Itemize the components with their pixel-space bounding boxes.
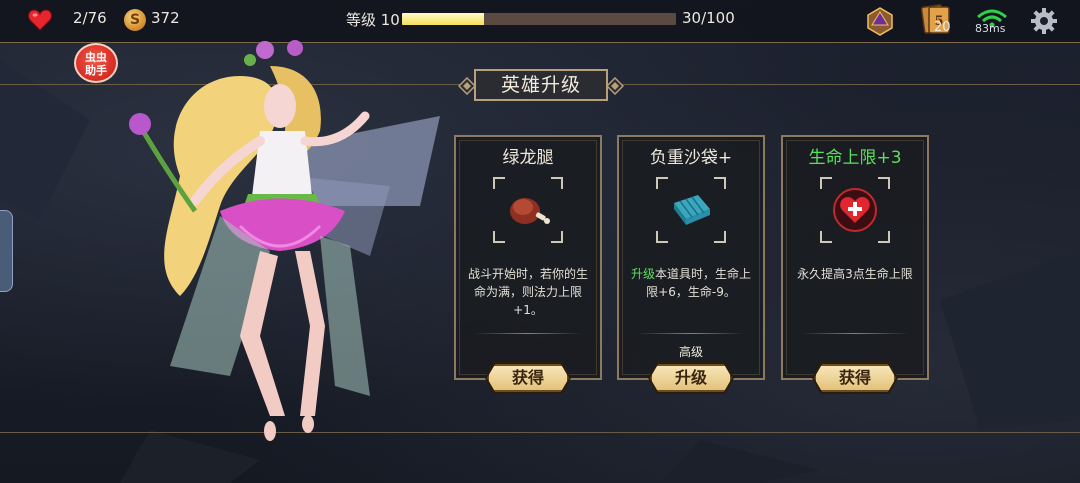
upgrade-card-3: 生命上限+3 永久提高3点生命上限 获得 [781, 135, 929, 394]
upgrade-card-1: 绿龙腿 战斗开始时，若你的生命为满，则法力上限+1。 获得 [454, 135, 602, 394]
side-drawer-handle[interactable] [0, 210, 13, 292]
meat-leg-icon [510, 198, 550, 224]
xp-bar [402, 13, 676, 25]
card-title: 负重沙袋+ [649, 148, 733, 168]
card-description: 永久提高3点生命上限 [793, 265, 917, 283]
sandbag-icon [674, 195, 710, 225]
card-description: 升级本道具时，生命上限+6，生命-9。 [629, 265, 753, 301]
card-description: 战斗开始时，若你的生命为满，则法力上限+1。 [466, 265, 590, 319]
item-frame [820, 177, 890, 243]
card-divider [474, 333, 582, 334]
item-frame [493, 177, 563, 243]
health-heart-icon [833, 188, 877, 232]
card-title: 生命上限+3 [808, 148, 902, 168]
card-desc-text: 本道具时，生命上限+6，生命-9。 [646, 267, 752, 299]
ornament-right-icon [606, 77, 624, 95]
xp-value: 30/100 [682, 9, 735, 27]
helper-label-2: 助手 [85, 64, 107, 77]
dice-icon[interactable] [865, 6, 895, 36]
level-label: 等级 10 [346, 11, 400, 29]
card-desc-highlight: 升级 [630, 267, 655, 281]
card-title: 绿龙腿 [502, 148, 554, 168]
card-rarity: 高级 [678, 345, 703, 359]
card-desc-text: 战斗开始时，若你的生命为满，则法力上限+1。 [467, 267, 588, 317]
cards-count: 20 [934, 20, 951, 35]
card-desc-text: 永久提高3点生命上限 [797, 267, 913, 281]
upgrade-button[interactable]: 升级 [650, 364, 732, 392]
upgrade-card-2: 负重沙袋+ 升级本道具时，生命上限+6，生命-9。 高级 升级 [617, 135, 765, 394]
item-frame [656, 177, 726, 243]
hp-value: 2/76 [73, 9, 107, 27]
card-divider [801, 333, 909, 334]
page-title: 英雄升级 [474, 69, 608, 101]
gear-icon[interactable] [1030, 7, 1058, 35]
obtain-button[interactable]: 获得 [487, 364, 569, 392]
ping-value: 83ms [975, 22, 1006, 35]
heart-icon [28, 9, 52, 31]
hero-character-art [129, 40, 440, 441]
obtain-button[interactable]: 获得 [814, 364, 896, 392]
helper-label-1: 虫虫 [85, 51, 107, 64]
coin-icon: S [124, 9, 146, 31]
xp-fill [402, 13, 485, 25]
helper-badge[interactable]: 虫虫 助手 [74, 43, 118, 83]
gold-value: 372 [151, 9, 180, 27]
card-divider [637, 333, 745, 334]
